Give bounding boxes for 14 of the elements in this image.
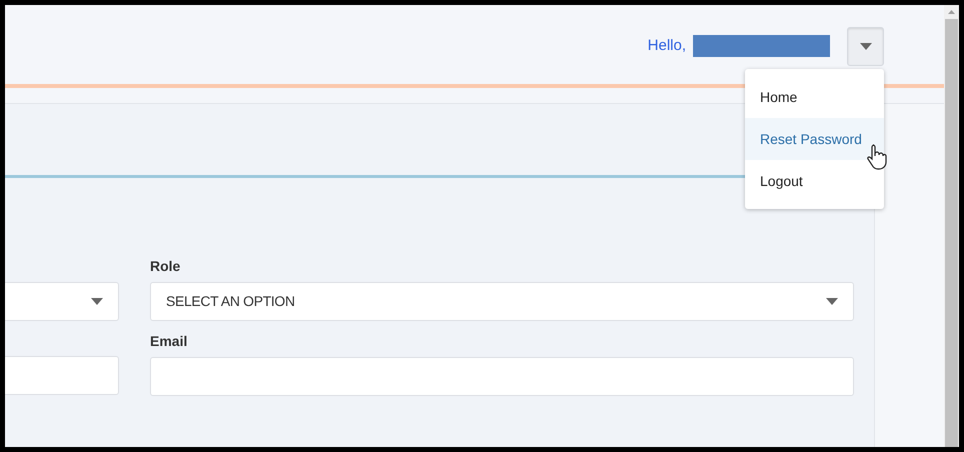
user-menu-button[interactable]: [847, 27, 884, 66]
menu-item[interactable]: Reset Password: [745, 118, 884, 160]
menu-item[interactable]: Logout: [745, 160, 884, 202]
scrollbar-thumb[interactable]: [945, 19, 958, 447]
caret-icon: [860, 43, 872, 50]
menu-item[interactable]: Home: [745, 76, 884, 118]
field-label: Role: [150, 258, 182, 274]
caret-icon: [826, 298, 838, 305]
scrollbar[interactable]: [944, 5, 959, 447]
caret-icon: [91, 298, 103, 305]
field-label: Email: [150, 333, 188, 349]
input-field[interactable]: [150, 357, 854, 396]
greeting-text: Hello,: [648, 36, 686, 56]
select-field[interactable]: SELECT AN OPTION: [150, 282, 854, 321]
